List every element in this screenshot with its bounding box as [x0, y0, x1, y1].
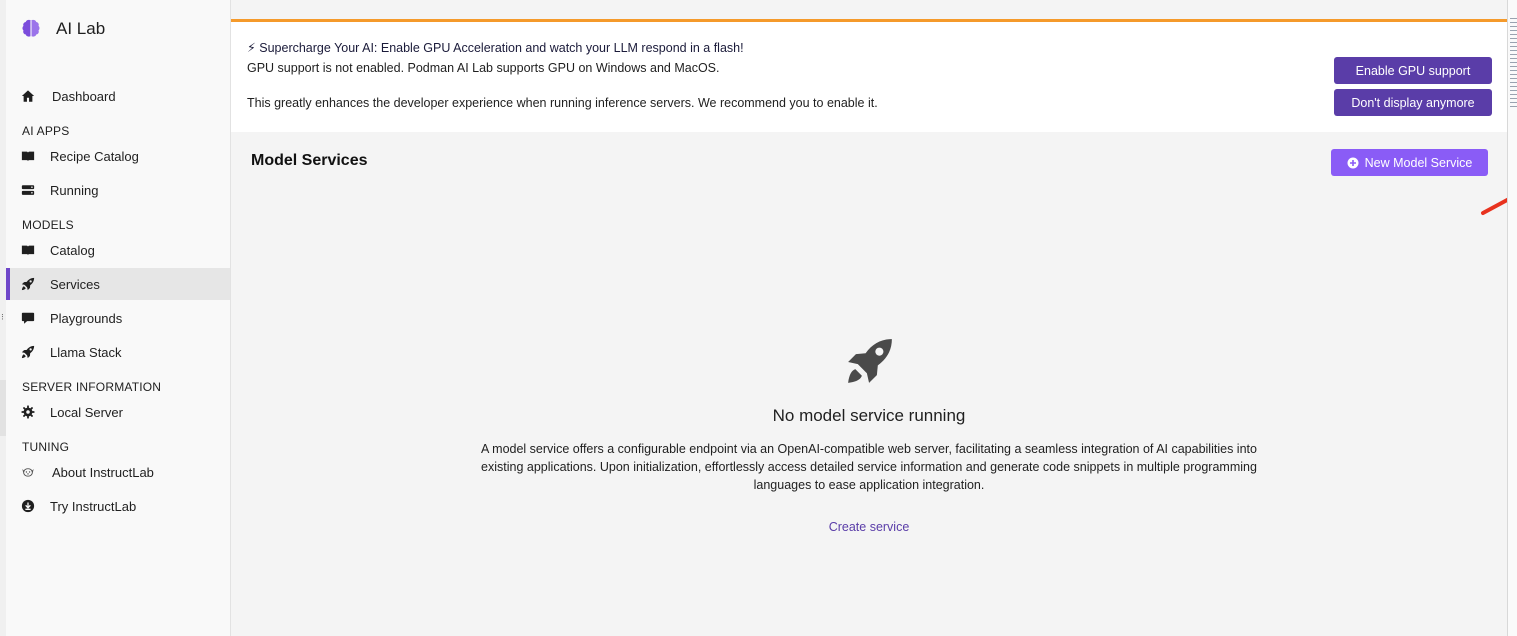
section-title-tuning: TUNING	[22, 440, 70, 454]
section-title-models: MODELS	[22, 218, 74, 232]
sidebar-item-label: Catalog	[50, 242, 95, 258]
brand: AI Lab	[20, 16, 105, 42]
create-service-link[interactable]: Create service	[829, 520, 910, 534]
banner-headline: ⚡ Supercharge Your AI: Enable GPU Accele…	[247, 41, 744, 55]
home-icon	[21, 90, 35, 102]
empty-state-description: A model service offers a configurable en…	[481, 442, 1257, 492]
page-title: Model Services	[251, 152, 368, 169]
rocket-icon	[21, 345, 35, 359]
sidebar-item-dashboard[interactable]: Dashboard	[6, 80, 230, 112]
empty-state-link-row: Create service	[231, 520, 1507, 534]
sidebar-item-llama-stack[interactable]: Llama Stack	[6, 336, 230, 368]
new-model-service-button[interactable]: New Model Service	[1331, 149, 1488, 176]
instructlab-dog-icon	[22, 468, 34, 477]
sidebar-item-label: About InstructLab	[52, 464, 154, 480]
rocket-icon	[21, 277, 35, 291]
download-circle-icon	[21, 499, 35, 513]
sidebar-item-label: Services	[50, 276, 100, 292]
book-open-icon	[21, 151, 35, 162]
sidebar: AI Lab Dashboard AI APPS Recipe Catalog …	[6, 0, 231, 636]
minimap	[1510, 18, 1517, 108]
enable-gpu-button[interactable]: Enable GPU support	[1334, 57, 1492, 84]
right-window-strip	[1507, 0, 1517, 636]
sidebar-item-label: Running	[50, 182, 99, 198]
sidebar-item-recipe-catalog[interactable]: Recipe Catalog	[6, 140, 230, 172]
comment-icon	[21, 312, 35, 324]
book-open-icon	[21, 245, 35, 256]
server-icon	[21, 185, 35, 195]
main-content: ⚡ Supercharge Your AI: Enable GPU Accele…	[231, 0, 1517, 636]
sidebar-item-label: Dashboard	[52, 88, 116, 104]
new-model-service-label: New Model Service	[1364, 155, 1473, 170]
resize-handle-icon[interactable]: ⁝	[1, 313, 4, 322]
sidebar-item-label: Try InstructLab	[50, 498, 137, 514]
top-bar	[231, 0, 1507, 19]
brain-icon	[22, 19, 40, 37]
sidebar-item-services[interactable]: Services	[6, 268, 230, 300]
sidebar-item-about-instructlab[interactable]: About InstructLab	[6, 456, 230, 488]
sidebar-item-playgrounds[interactable]: Playgrounds	[6, 302, 230, 334]
section-title-ai-apps: AI APPS	[22, 124, 70, 138]
sidebar-item-running[interactable]: Running	[6, 174, 230, 206]
banner-line-2: This greatly enhances the developer expe…	[247, 96, 878, 110]
sidebar-item-label: Llama Stack	[50, 344, 122, 360]
sidebar-item-label: Local Server	[50, 404, 123, 420]
rocket-icon	[848, 339, 892, 383]
banner-line-1: GPU support is not enabled. Podman AI La…	[247, 61, 720, 75]
empty-state-title: No model service running	[772, 406, 966, 425]
plus-circle-icon	[1347, 157, 1359, 168]
sidebar-item-catalog[interactable]: Catalog	[6, 234, 230, 266]
gear-icon	[21, 405, 35, 419]
section-title-server-information: SERVER INFORMATION	[22, 380, 162, 394]
sidebar-item-label: Playgrounds	[50, 310, 123, 326]
gpu-banner: ⚡ Supercharge Your AI: Enable GPU Accele…	[231, 22, 1507, 132]
dont-display-button[interactable]: Don't display anymore	[1334, 89, 1492, 116]
sidebar-item-try-instructlab[interactable]: Try InstructLab	[6, 490, 230, 522]
sidebar-item-label: Recipe Catalog	[50, 148, 139, 164]
app-title: AI Lab	[56, 19, 106, 38]
sidebar-item-local-server[interactable]: Local Server	[6, 396, 230, 428]
